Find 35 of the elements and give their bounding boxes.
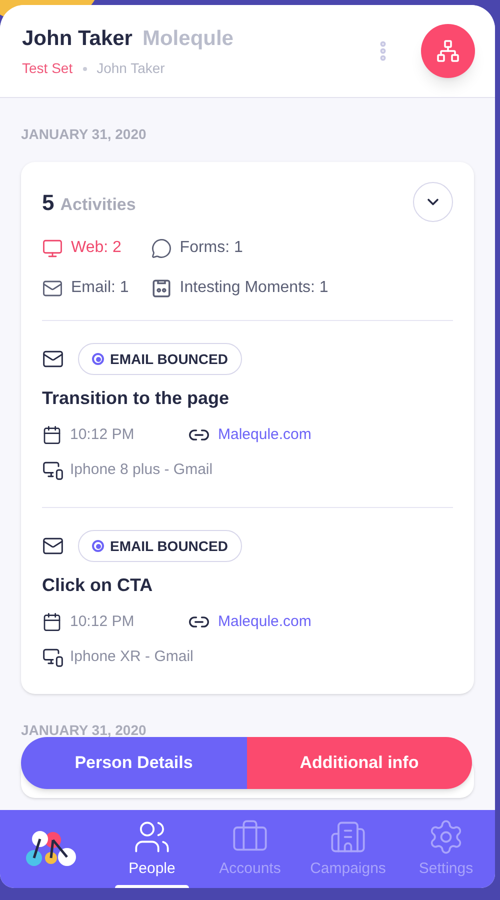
stat-label: Email: 1 bbox=[71, 278, 129, 298]
owner-label: John Taker bbox=[96, 59, 165, 78]
activity-title: Click on CTA bbox=[42, 574, 154, 597]
company-name: Molequle bbox=[142, 26, 234, 52]
hierarchy-icon bbox=[436, 39, 460, 63]
activity-link[interactable]: Malequle.com bbox=[218, 611, 312, 634]
activity-device: Iphone XR - Gmail bbox=[70, 646, 194, 666]
envelope-icon bbox=[42, 535, 64, 557]
status-badge: EMAIL BOUNCED bbox=[78, 343, 242, 375]
status-badge: EMAIL BOUNCED bbox=[78, 530, 242, 562]
stat-label: Intesting Moments: 1 bbox=[180, 278, 328, 298]
activity-count: 5 bbox=[42, 188, 54, 216]
activity-time: 10:12 PM bbox=[70, 425, 134, 445]
date-heading: JANUARY 31, 2020 bbox=[21, 125, 148, 144]
stat-label: Web: 2 bbox=[71, 238, 122, 258]
activity-count-label: Activities bbox=[60, 194, 136, 216]
activity-title: Transition to the page bbox=[42, 387, 230, 410]
box-icon bbox=[150, 278, 172, 298]
collapse-button[interactable] bbox=[413, 182, 453, 222]
calendar-icon bbox=[42, 425, 62, 446]
set-label: Test Set bbox=[22, 59, 73, 78]
envelope-icon bbox=[42, 348, 64, 370]
speech-bubble-icon bbox=[150, 238, 172, 258]
date-heading: JANUARY 31, 2020 bbox=[21, 721, 148, 740]
activity-time: 10:12 PM bbox=[70, 612, 134, 632]
tab-button[interactable]: Person Details bbox=[21, 737, 246, 789]
tab-button[interactable]: Additional info bbox=[246, 737, 472, 789]
monitor-icon bbox=[42, 238, 63, 258]
person-name: John Taker bbox=[22, 26, 132, 52]
activity-device: Iphone 8 plus - Gmail bbox=[70, 460, 213, 480]
nav-tab[interactable]: People bbox=[103, 810, 201, 888]
stat-label: Forms: 1 bbox=[180, 238, 243, 258]
activity-link[interactable]: Malequle.com bbox=[218, 424, 312, 446]
hierarchy-button[interactable] bbox=[421, 24, 475, 78]
calendar-icon bbox=[42, 612, 62, 632]
